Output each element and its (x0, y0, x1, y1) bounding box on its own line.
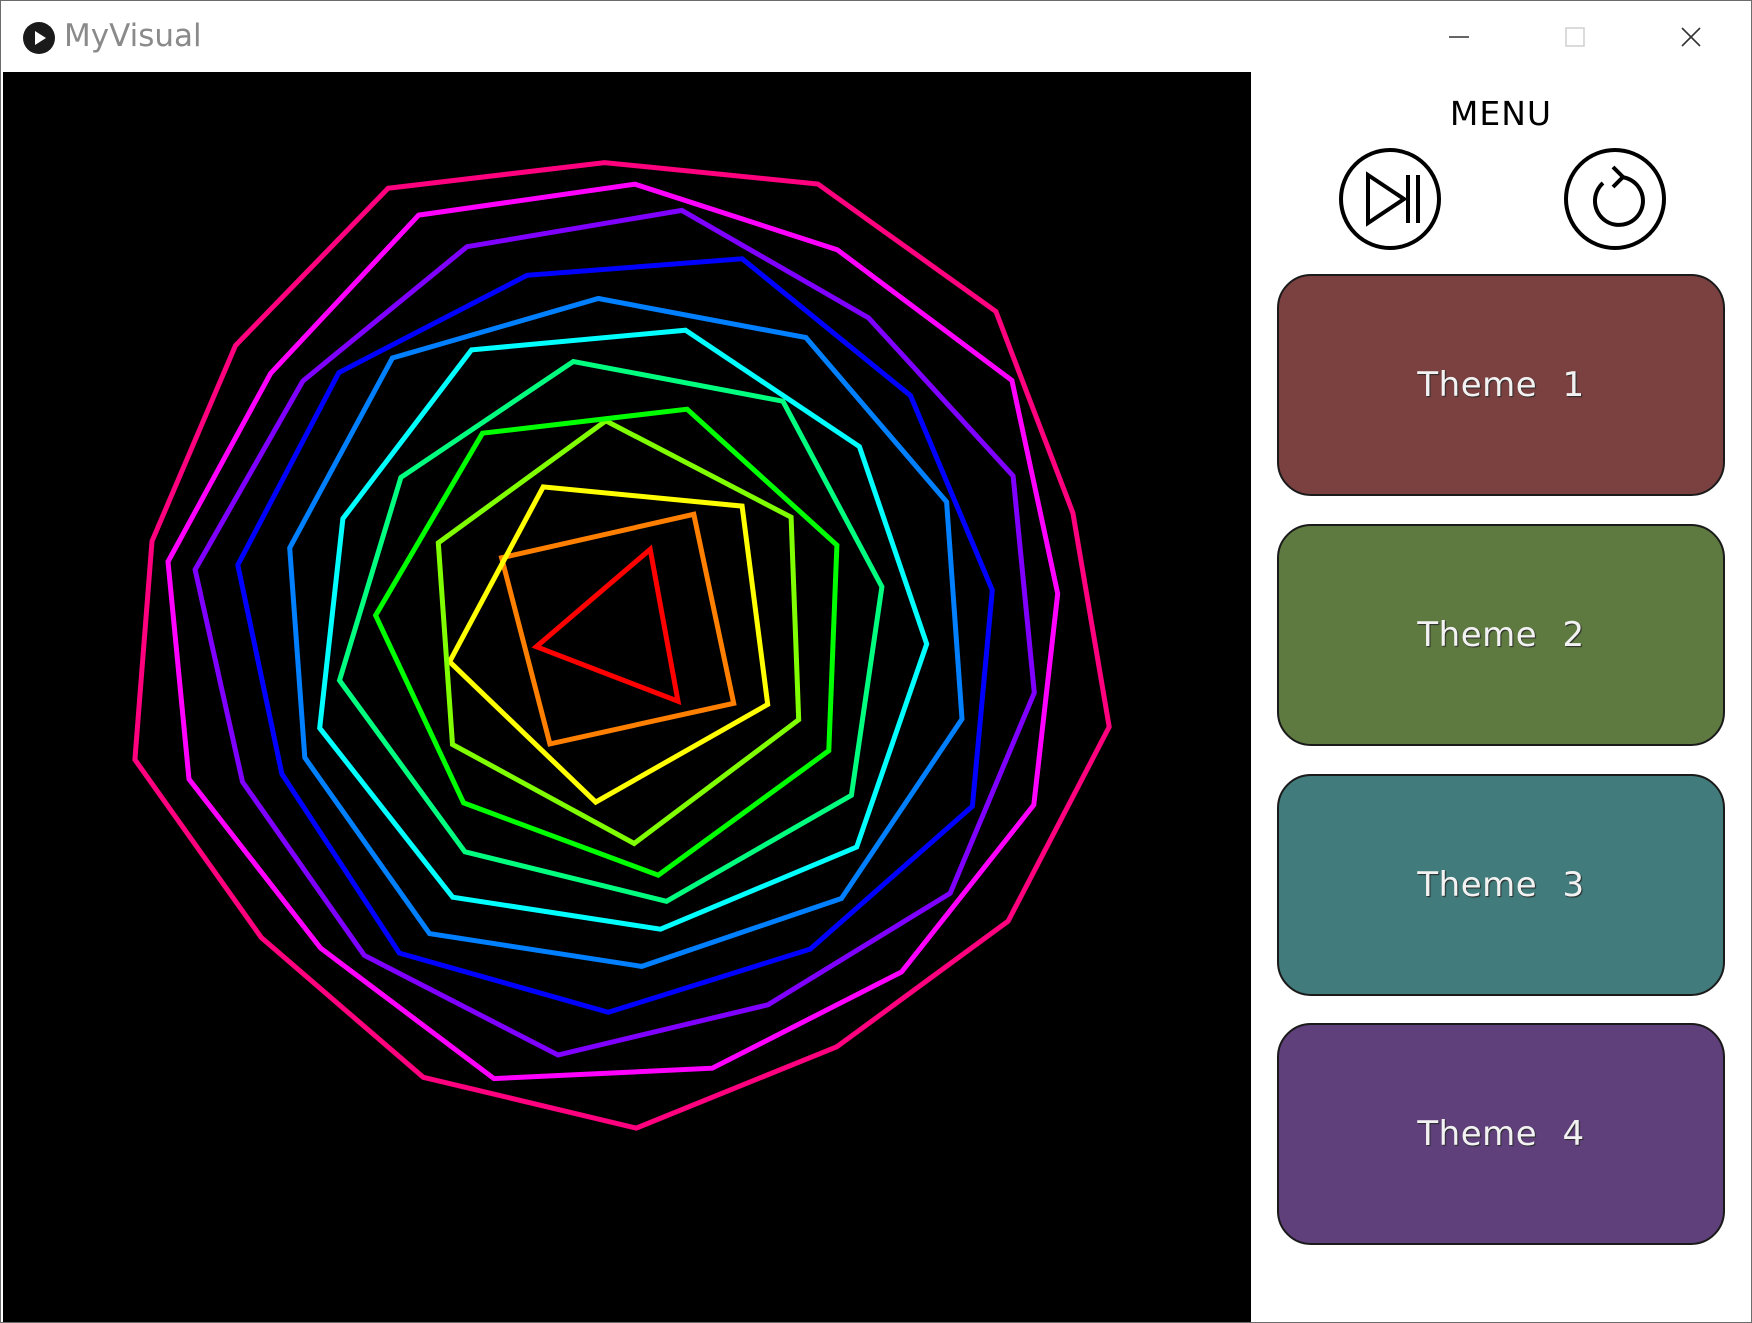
visualizer-canvas[interactable] (3, 72, 1251, 1322)
polygon-4-sides (498, 511, 737, 747)
close-icon (1681, 26, 1701, 47)
minimize-button[interactable] (1401, 1, 1517, 72)
menu-panel: MENU Theme 1 Theme 2 Theme 3 Theme 4 (1251, 72, 1751, 1322)
maximize-icon (1565, 26, 1585, 47)
window-title: MyVisual (64, 18, 202, 54)
theme-2-label: Theme 2 (1417, 615, 1585, 655)
app-window: MyVisual MENU Theme 1 Theme 2 Theme 3 Th… (0, 0, 1752, 1323)
theme-4-button[interactable]: Theme 4 (1277, 1023, 1725, 1245)
maximize-button[interactable] (1517, 1, 1633, 72)
title-bar[interactable]: MyVisual (1, 1, 1751, 72)
restart-button[interactable] (1563, 147, 1667, 251)
polygon-3-sides (531, 544, 682, 706)
theme-4-label: Theme 4 (1417, 1114, 1585, 1154)
theme-3-label: Theme 3 (1417, 865, 1585, 905)
menu-title: MENU (1449, 94, 1553, 133)
restart-icon (1564, 148, 1666, 250)
skip-forward-icon (1339, 148, 1441, 250)
polygon-10-sides (287, 295, 965, 969)
close-button[interactable] (1633, 1, 1749, 72)
skip-forward-button[interactable] (1338, 147, 1442, 251)
polygon-6-sides (435, 417, 802, 847)
theme-2-button[interactable]: Theme 2 (1277, 524, 1725, 746)
polygon-14-sides (132, 160, 1112, 1131)
theme-1-button[interactable]: Theme 1 (1277, 274, 1725, 496)
theme-1-label: Theme 1 (1417, 365, 1585, 405)
theme-3-button[interactable]: Theme 3 (1277, 774, 1725, 996)
play-circle-icon (23, 22, 55, 54)
polygon-8-sides (336, 358, 885, 904)
minimize-icon (1449, 35, 1469, 38)
polygon-visualization (132, 160, 1112, 1131)
